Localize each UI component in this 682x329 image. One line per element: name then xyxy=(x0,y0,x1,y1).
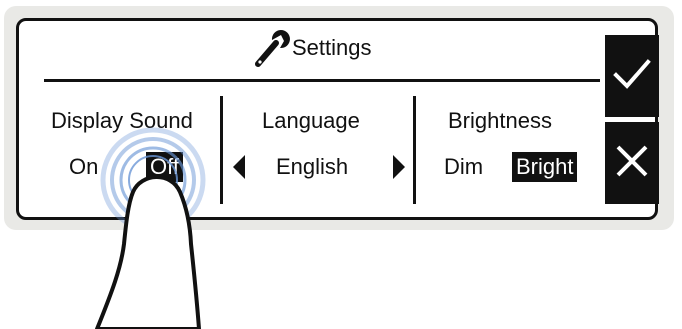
page-title: Settings xyxy=(292,35,372,60)
language-value: English xyxy=(276,154,349,179)
arrow-right-icon[interactable] xyxy=(393,155,405,179)
column-divider xyxy=(413,96,416,204)
display-sound-off-option[interactable]: Off xyxy=(146,152,183,182)
display-sound-on-option[interactable]: On xyxy=(65,152,102,182)
brightness-label: Brightness xyxy=(448,108,552,133)
wrench-icon xyxy=(252,28,290,68)
checkmark-icon xyxy=(612,57,652,96)
language-label: Language xyxy=(262,108,360,133)
brightness-dim-option[interactable]: Dim xyxy=(440,152,487,182)
close-icon xyxy=(614,143,650,184)
display-sound-label: Display Sound xyxy=(51,108,193,133)
confirm-button[interactable] xyxy=(605,35,659,117)
settings-header: Settings xyxy=(252,28,372,68)
cancel-button[interactable] xyxy=(605,122,659,204)
brightness-bright-option[interactable]: Bright xyxy=(512,152,578,182)
arrow-left-icon[interactable] xyxy=(233,155,245,179)
title-divider xyxy=(44,79,600,82)
column-divider xyxy=(220,96,223,204)
